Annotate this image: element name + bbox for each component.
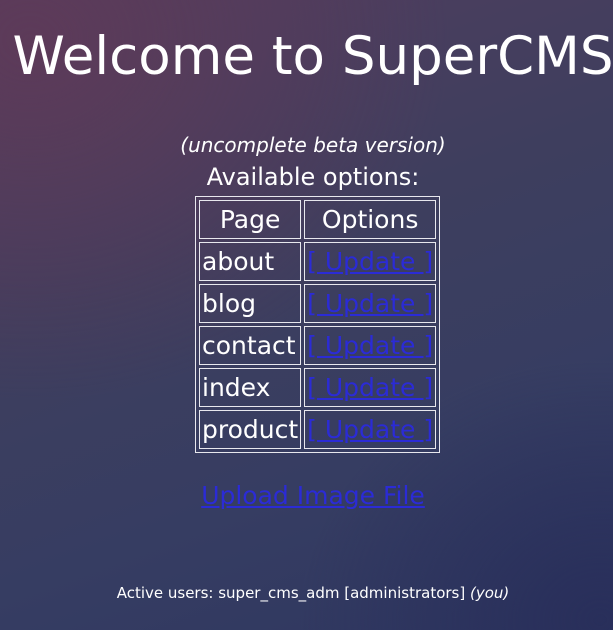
update-product-link[interactable]: [ Update ] <box>307 415 433 444</box>
upload-image-link[interactable]: Upload Image File <box>201 481 425 510</box>
table-row: index [ Update ] <box>199 368 437 407</box>
page-name-cell: blog <box>199 284 302 323</box>
active-users-footer: Active users: super_cms_adm [administrat… <box>0 584 613 602</box>
table-row: contact [ Update ] <box>199 326 437 365</box>
table-row: product [ Update ] <box>199 410 437 449</box>
table-row: blog [ Update ] <box>199 284 437 323</box>
page-name-cell: product <box>199 410 302 449</box>
page-title: Welcome to SuperCMS <box>12 26 613 87</box>
active-users-text: Active users: super_cms_adm [administrat… <box>116 584 466 602</box>
options-cell: [ Update ] <box>304 284 437 323</box>
beta-note: (uncomplete beta version) <box>180 133 446 157</box>
pages-table: Page Options about [ Update ] blog [ Upd… <box>195 196 441 453</box>
update-index-link[interactable]: [ Update ] <box>307 373 433 402</box>
table-row: about [ Update ] <box>199 242 437 281</box>
options-cell: [ Update ] <box>304 326 437 365</box>
upload-section: Upload Image File <box>0 481 613 510</box>
options-heading: Available options: <box>206 163 420 191</box>
page-name-cell: about <box>199 242 302 281</box>
you-label: (you) <box>470 584 510 602</box>
update-blog-link[interactable]: [ Update ] <box>307 289 433 318</box>
column-header-options: Options <box>304 200 437 239</box>
update-contact-link[interactable]: [ Update ] <box>307 331 433 360</box>
update-about-link[interactable]: [ Update ] <box>307 247 433 276</box>
page-name-cell: contact <box>199 326 302 365</box>
column-header-page: Page <box>199 200 302 239</box>
options-cell: [ Update ] <box>304 410 437 449</box>
options-cell: [ Update ] <box>304 368 437 407</box>
page-name-cell: index <box>199 368 302 407</box>
table-header-row: Page Options <box>199 200 437 239</box>
options-cell: [ Update ] <box>304 242 437 281</box>
